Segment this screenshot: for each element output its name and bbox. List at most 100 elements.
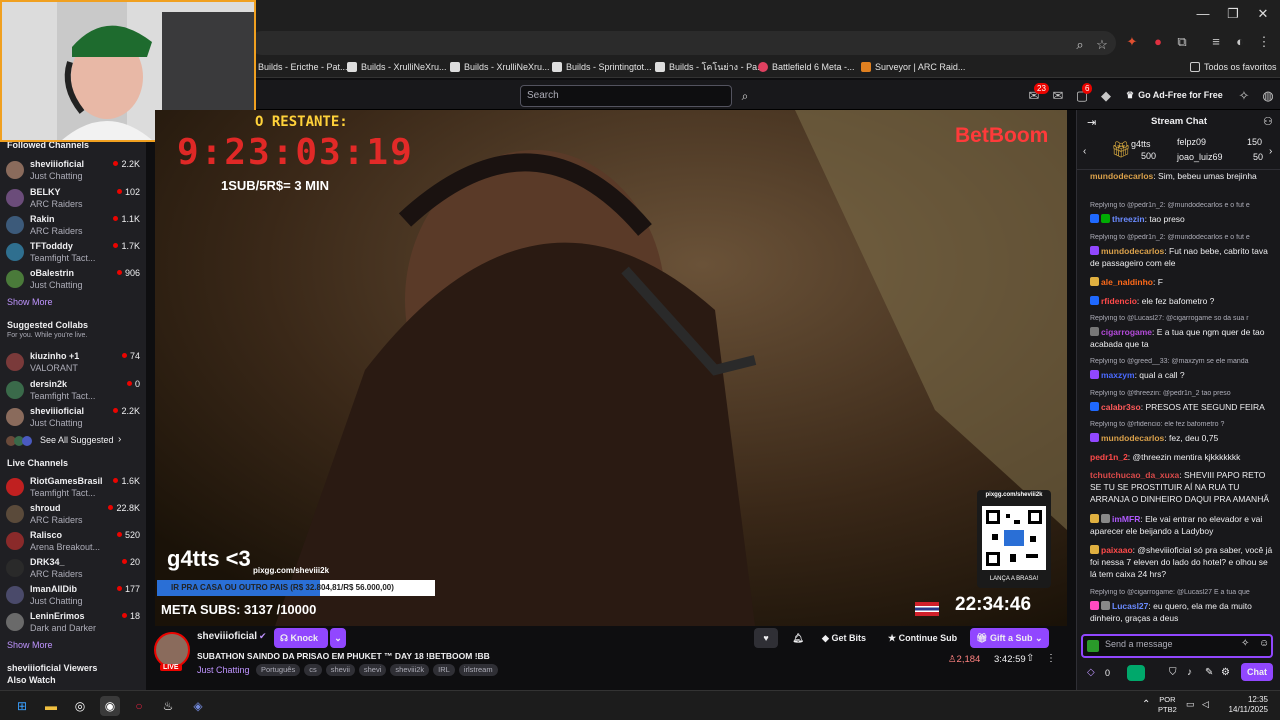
chevron-right-icon[interactable]: › — [1269, 146, 1272, 157]
bookmark-item[interactable]: Builds - Ericthe - Pat... — [258, 59, 348, 75]
search-input[interactable]: Search — [520, 85, 732, 107]
sidebar-channel[interactable]: sheviiioficial Just Chatting 2.2K — [6, 158, 140, 184]
tray-chevron-icon[interactable]: ⌃ — [1142, 699, 1150, 710]
sidebar-channel[interactable]: Ralisco Arena Breakout... 520 — [6, 529, 140, 555]
chat-message[interactable]: rfidencio: ele fez bafometro ? — [1090, 295, 1274, 307]
get-bits-button[interactable]: ◆ Get Bits — [816, 628, 872, 648]
sidebar-channel[interactable]: dersin2k Teamfight Tact... 0 — [6, 378, 140, 404]
chat-message[interactable]: paixaao: @sheviiioficial só pra saber, v… — [1090, 544, 1274, 580]
follow-heart-button[interactable]: ♥ — [754, 628, 778, 648]
file-explorer-icon[interactable]: ▬ — [41, 696, 61, 716]
language-indicator[interactable]: POR PTB2 — [1158, 695, 1177, 715]
share-icon[interactable]: ⇧ — [1026, 653, 1034, 664]
chat-message[interactable]: Lucasl27: eu quero, ela me da muito dinh… — [1090, 600, 1274, 624]
community-icon[interactable]: ⚇ — [1263, 115, 1273, 128]
bookmark-item[interactable]: Builds - XrulliNeXru... — [347, 59, 447, 75]
settings-gear-icon[interactable]: ⚙ — [1221, 667, 1230, 678]
chat-send-button[interactable]: Chat — [1241, 663, 1273, 681]
sidebar-channel[interactable]: DRK34_ ARC Raiders 20 — [6, 556, 140, 582]
opera-icon[interactable]: ○ — [129, 696, 149, 716]
notifications-bell-button[interactable]: 🔔︎ — [786, 628, 810, 648]
extension-icon[interactable]: ✦ — [1122, 32, 1142, 52]
chat-message[interactable]: pedr1n_2: @threezin mentira kjkkkkkkk — [1090, 451, 1274, 463]
bookmark-item[interactable]: Builds - โคโนย่าง - Pa... — [655, 59, 765, 75]
chat-message[interactable]: ale_naldinho: F — [1090, 276, 1274, 288]
knock-dropdown-button[interactable]: ⌄ — [330, 628, 346, 648]
volume-icon[interactable]: ◁ — [1202, 699, 1209, 710]
chat-message[interactable]: maxzym: qual a call ? — [1090, 369, 1274, 381]
chat-message[interactable]: threezin: tao preso — [1090, 213, 1274, 225]
address-bar[interactable]: ⌕ ☆ — [250, 31, 1116, 55]
channel-points-icon[interactable]: ◇ — [1087, 667, 1095, 678]
bits-icon[interactable]: ◆ — [1096, 86, 1116, 106]
chat-message[interactable]: cigarrogame: E a tua que ngm quer de tao… — [1090, 326, 1274, 350]
extension-icon[interactable]: ● — [1148, 32, 1168, 52]
tag[interactable]: irlstream — [458, 664, 498, 676]
close-window-button[interactable]: ✕ — [1248, 4, 1278, 24]
maximize-button[interactable]: ❐ — [1218, 4, 1248, 24]
discord-icon[interactable]: ◈ — [188, 696, 208, 716]
bookmark-star-icon[interactable]: ☆ — [1092, 35, 1112, 55]
bookmark-item[interactable]: Battlefield 6 Meta -... — [758, 59, 855, 75]
pen-icon[interactable]: ✎ — [1205, 667, 1213, 678]
shield-icon[interactable]: ⛉ — [1169, 667, 1177, 678]
show-more-link[interactable]: Show More — [7, 297, 53, 307]
sidebar-channel[interactable]: ImanAllDib Just Chatting 177 — [6, 583, 140, 609]
user-avatar-icon[interactable]: ◍ — [1258, 86, 1278, 106]
continue-sub-button[interactable]: ★ Continue Sub — [882, 628, 963, 648]
media-icon[interactable]: ≡ — [1206, 32, 1226, 52]
sidebar-channel[interactable]: sheviiioficial Just Chatting 2.2K — [6, 405, 140, 431]
gift-chest-icon[interactable] — [1127, 665, 1145, 681]
bookmark-item[interactable]: Builds - Sprintingtot... — [552, 59, 652, 75]
more-options-icon[interactable]: ⋮ — [1046, 653, 1056, 664]
network-icon[interactable]: ▭ — [1186, 699, 1195, 710]
browser-menu-icon[interactable]: ⋮ — [1254, 32, 1274, 52]
chevron-left-icon[interactable]: ‹ — [1083, 146, 1086, 157]
tag[interactable]: shevii — [325, 664, 355, 676]
chat-message[interactable]: calabr3so: PRESOS ATE SEGUND FEIRA — [1090, 401, 1274, 413]
system-clock[interactable]: 12:35 14/11/2025 — [1222, 695, 1268, 715]
chat-message[interactable]: mundodecarlos: Sim, bebeu umas brejinha — [1090, 170, 1274, 182]
sidebar-channel[interactable]: kiuzinho +1 VALORANT 74 — [6, 350, 140, 376]
gift-sub-button[interactable]: 🎁︎ Gift a Sub ⌄ — [970, 628, 1049, 648]
chat-message[interactable]: tchutchucao_da_xuxa: SHEVIII PAPO RETO S… — [1090, 469, 1274, 505]
chat-message[interactable]: imMFR: Ele vai entrar no elevador e vai … — [1090, 513, 1274, 537]
tag[interactable]: shevi — [358, 664, 387, 676]
knock-button[interactable]: ☊ Knock — [274, 628, 328, 648]
minimize-button[interactable]: — — [1188, 4, 1218, 24]
extensions-puzzle-icon[interactable]: ⧉ — [1172, 32, 1192, 52]
sidebar-channel[interactable]: oBalestrin Just Chatting 906 — [6, 267, 140, 293]
sidebar-channel[interactable]: BELKY ARC Raiders 102 — [6, 186, 140, 212]
all-bookmarks-folder[interactable]: Todos os favoritos — [1190, 59, 1277, 75]
sidebar-channel[interactable]: shroud ARC Raiders 22.8K — [6, 502, 140, 528]
chat-message[interactable]: mundodecarlos: fez, deu 0,75 — [1090, 432, 1274, 444]
whispers-icon[interactable]: ✉ — [1048, 86, 1068, 106]
sidebar-channel[interactable]: Rakin ARC Raiders 1.1K — [6, 213, 140, 239]
chrome-icon[interactable]: ◉ — [100, 696, 120, 716]
chat-message[interactable]: mundodecarlos: Fut nao bebe, cabrito tav… — [1090, 245, 1274, 269]
go-ad-free-button[interactable]: ♛ Go Ad-Free for Free — [1122, 86, 1227, 104]
stream-category[interactable]: Just Chatting — [197, 665, 250, 675]
video-player[interactable]: O RESTANTE: 9:23:03:19 1SUB/5R$= 3 MIN B… — [155, 110, 1067, 626]
sidebar-channel[interactable]: LeninErimos Dark and Darker 18 — [6, 610, 140, 636]
show-more-link[interactable]: Show More — [7, 640, 53, 650]
profile-icon[interactable]: ◐ — [1230, 32, 1250, 52]
channel-name[interactable]: sheviiioficial — [197, 631, 257, 642]
sidebar-channel[interactable]: RiotGamesBrasil Teamfight Tact... 1.6K — [6, 475, 140, 501]
bookmark-item[interactable]: Surveyor | ARC Raid... — [861, 59, 965, 75]
search-icon[interactable]: ⌕ — [734, 85, 756, 107]
emote-icon[interactable]: ☺ — [1259, 638, 1269, 649]
steam-icon[interactable]: ♨ — [158, 696, 178, 716]
tag[interactable]: IRL — [433, 664, 455, 676]
chat-input[interactable]: Send a message ✧ ☺ — [1081, 634, 1273, 658]
sidebar-channel[interactable]: TFTodddy Teamfight Tact... 1.7K — [6, 240, 140, 266]
tag[interactable]: sheviii2k — [390, 664, 430, 676]
tag[interactable]: cs — [304, 664, 322, 676]
app-icon[interactable]: ◎ — [70, 696, 90, 716]
magic-wand-icon[interactable]: ✧ — [1241, 638, 1249, 649]
bookmark-item[interactable]: Builds - XrulliNeXru... — [450, 59, 550, 75]
see-all-suggested-link[interactable]: See All Suggested — [40, 435, 114, 445]
tag[interactable]: Português — [256, 664, 301, 676]
twitch-turbo-icon[interactable]: ✧ — [1234, 86, 1254, 106]
channel-avatar[interactable] — [154, 632, 190, 668]
